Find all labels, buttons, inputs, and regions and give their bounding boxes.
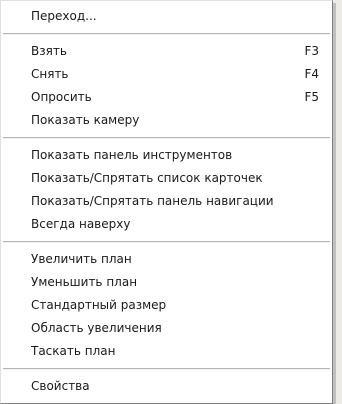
menu-separator	[3, 241, 330, 243]
menu-item[interactable]: Показать камеру	[1, 109, 332, 132]
menu-item[interactable]: Увеличить план	[1, 248, 332, 271]
menu-separator	[3, 368, 330, 370]
menu-item-shortcut: F3	[304, 44, 319, 58]
menu-item[interactable]: Показать панель инструментов	[1, 144, 332, 167]
menu-item-shortcut: F5	[304, 90, 319, 104]
menu-item-label: Свойства	[31, 379, 90, 393]
menu-item-label: Стандартный размер	[31, 298, 167, 312]
context-menu: Переход... Взять F3 Снять F4 Опросить F5 Показа…	[0, 0, 333, 404]
menu-item[interactable]: Показать/Спрятать список карточек	[1, 167, 332, 190]
menu-item-label: Показать/Спрятать панель навигации	[31, 194, 274, 208]
menu-item[interactable]: Таскать план	[1, 340, 332, 363]
menu-item[interactable]: Опросить F5	[1, 86, 332, 109]
menu-item-label: Показать панель инструментов	[31, 148, 233, 162]
menu-item[interactable]: Уменьшить план	[1, 271, 332, 294]
menu-item[interactable]: Область увеличения	[1, 317, 332, 340]
menu-item-label: Взять	[31, 44, 67, 58]
menu-item-label: Показать камеру	[31, 113, 140, 127]
menu-separator	[3, 137, 330, 139]
menu-item-label: Уменьшить план	[31, 275, 138, 289]
menu-item[interactable]: Снять F4	[1, 63, 332, 86]
menu-separator	[3, 33, 330, 35]
menu-item-label: Показать/Спрятать список карточек	[31, 171, 263, 185]
menu-item[interactable]: Взять F3	[1, 40, 332, 63]
menu-item-label: Область увеличения	[31, 321, 162, 335]
menu-item-label: Опросить	[31, 90, 92, 104]
menu-item-label: Снять	[31, 67, 69, 81]
menu-item-label: Переход...	[31, 9, 97, 23]
menu-item[interactable]: Стандартный размер	[1, 294, 332, 317]
menu-item[interactable]: Показать/Спрятать панель навигации	[1, 190, 332, 213]
menu-item[interactable]: Свойства	[1, 375, 332, 398]
menu-item[interactable]: Переход...	[1, 5, 332, 28]
menu-item-label: Увеличить план	[31, 252, 132, 266]
menu-item-label: Всегда наверху	[31, 217, 131, 231]
menu-item-label: Таскать план	[31, 344, 116, 358]
menu-item-shortcut: F4	[304, 67, 319, 81]
menu-item[interactable]: Всегда наверху	[1, 213, 332, 236]
